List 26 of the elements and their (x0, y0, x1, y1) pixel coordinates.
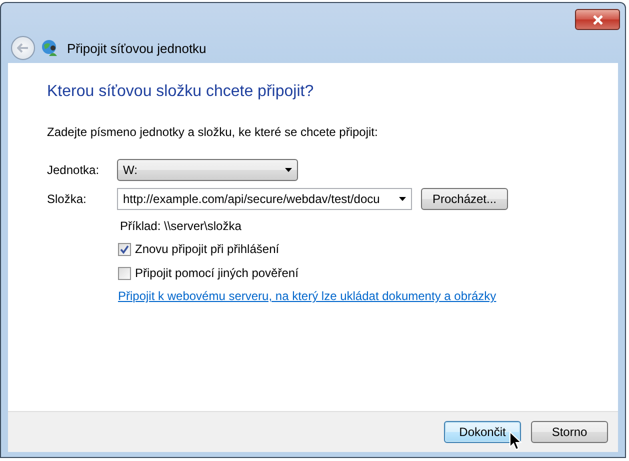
dropdown-arrow-icon (399, 197, 406, 201)
webserver-link[interactable]: Připojit k webovému serveru, na který lze ukládat dokumenty a obrázky (118, 289, 618, 303)
cancel-button[interactable]: Storno (531, 421, 608, 443)
back-arrow-icon (17, 43, 29, 53)
field-label: Složka: (47, 192, 88, 206)
finish-button[interactable]: Dokončit (444, 421, 521, 443)
checkbox-label[interactable]: Znovu připojit při přihlášení (135, 242, 280, 256)
network-globe-icon (41, 39, 59, 57)
drive-dropdown[interactable]: W: (117, 159, 298, 181)
dropdown-arrow-icon (285, 168, 292, 172)
instruction-text: Zadejte písmeno jednotky a složku, ke které se chcete připojit: (47, 125, 379, 139)
folder-combo-field[interactable]: http://example.com/api/secure/webdav/test/docu (117, 188, 412, 210)
dialog-heading: Kterou síťovou složku chcete připojit? (47, 83, 315, 101)
window-title: Připojit síťovou jednotku (67, 40, 206, 56)
field-value: W: (123, 163, 138, 177)
field-value: http://example.com/api/secure/webdav/test/docu (123, 192, 380, 206)
close-icon (592, 14, 604, 24)
mouse-cursor-icon (509, 431, 522, 451)
example-text: Příklad: \\server\složka (120, 219, 242, 233)
close-button[interactable] (575, 9, 620, 30)
browse-button[interactable]: Procházet... (421, 188, 508, 210)
back-button[interactable] (11, 36, 35, 60)
checkbox-label[interactable]: Připojit pomocí jiných pověření (135, 266, 298, 280)
field-label: Jednotka: (47, 163, 100, 177)
checkbox[interactable] (118, 242, 131, 256)
checkbox[interactable] (118, 266, 131, 280)
